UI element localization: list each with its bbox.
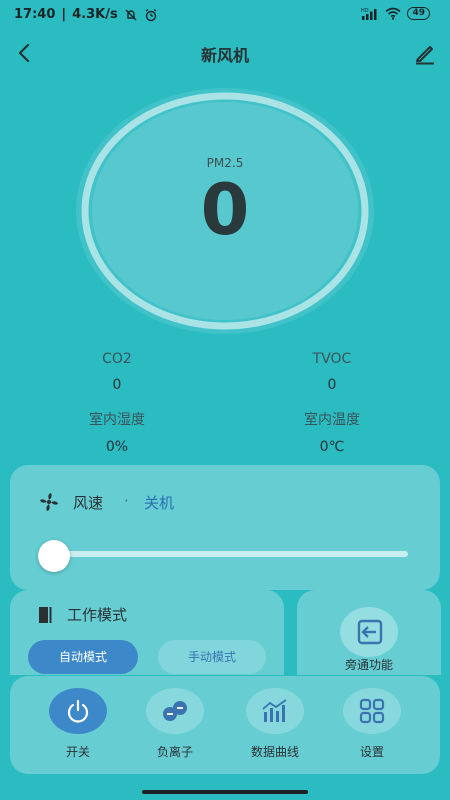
home-indicator[interactable] xyxy=(142,790,308,794)
grid-settings-icon xyxy=(359,698,385,724)
status-right: HD 49 xyxy=(361,7,430,20)
humidity-value: 0% xyxy=(105,439,129,455)
alarm-icon xyxy=(145,8,157,21)
status-net-speed: 4.3K/s xyxy=(72,7,118,22)
auto-mode-button[interactable]: 自动模式 xyxy=(28,640,138,674)
settings-label: 设置 xyxy=(359,745,384,759)
tvoc-metric: TVOC 0 xyxy=(252,351,412,393)
exit-arrow-icon xyxy=(357,619,383,645)
fan-speed-card xyxy=(10,465,440,590)
power-button[interactable] xyxy=(49,688,107,734)
anion-control[interactable]: 负离子 xyxy=(135,688,215,760)
work-mode-title: 工作模式 xyxy=(67,606,128,624)
mode-icon xyxy=(39,607,52,623)
temperature-label: 室内温度 xyxy=(304,412,360,428)
fan-speed-label: 风速 xyxy=(73,494,104,512)
hd-tag: HD xyxy=(361,8,369,14)
status-left: 17:40 | 4.3K/s xyxy=(14,7,158,22)
co2-value: 0 xyxy=(112,377,122,393)
power-icon xyxy=(67,699,89,723)
anion-icon xyxy=(163,701,187,721)
humidity-label: 室内湿度 xyxy=(89,412,145,428)
chart-control[interactable]: 数据曲线 xyxy=(235,688,315,760)
humidity-metric: 室内湿度 0% xyxy=(37,409,197,455)
status-bar: 17:40 | 4.3K/s HD 49 xyxy=(0,0,450,30)
co2-label: CO2 xyxy=(102,351,132,367)
status-time: 17:40 xyxy=(14,7,56,22)
manual-mode-button[interactable]: 手动模式 xyxy=(158,640,266,674)
anion-label: 负离子 xyxy=(156,745,193,759)
status-divider: | xyxy=(61,7,67,22)
pm25-label: PM2.5 xyxy=(206,156,244,170)
fan-state: 关机 xyxy=(144,494,175,512)
fan-speed-slider[interactable] xyxy=(42,551,408,557)
bar-chart-icon xyxy=(262,699,287,722)
power-label: 开关 xyxy=(65,745,90,759)
temperature-value: 0℃ xyxy=(319,439,345,455)
temperature-metric: 室内温度 0℃ xyxy=(252,409,412,455)
page-title: 新风机 xyxy=(200,46,249,65)
fan-separator: · xyxy=(124,492,129,510)
tvoc-label: TVOC xyxy=(312,351,352,367)
pm25-value: 0 xyxy=(200,169,250,251)
settings-control[interactable]: 设置 xyxy=(332,688,412,760)
fan-speed-slider-thumb[interactable] xyxy=(38,540,70,572)
cell-signal-icon: HD xyxy=(361,8,377,20)
chart-button[interactable] xyxy=(246,688,304,734)
power-control[interactable]: 开关 xyxy=(38,688,118,760)
anion-button[interactable] xyxy=(146,688,204,734)
co2-metric: CO2 0 xyxy=(37,351,197,393)
bell-off-icon xyxy=(125,9,137,20)
edit-button[interactable] xyxy=(412,40,438,66)
wifi-icon xyxy=(385,7,401,20)
bypass-label: 旁通功能 xyxy=(344,658,393,672)
fan-icon xyxy=(40,493,58,511)
bypass-button[interactable] xyxy=(340,607,398,657)
pencil-icon xyxy=(416,46,434,65)
chart-label: 数据曲线 xyxy=(250,745,299,759)
battery-indicator: 49 xyxy=(407,7,430,20)
settings-button[interactable] xyxy=(343,688,401,734)
tvoc-value: 0 xyxy=(327,377,337,393)
